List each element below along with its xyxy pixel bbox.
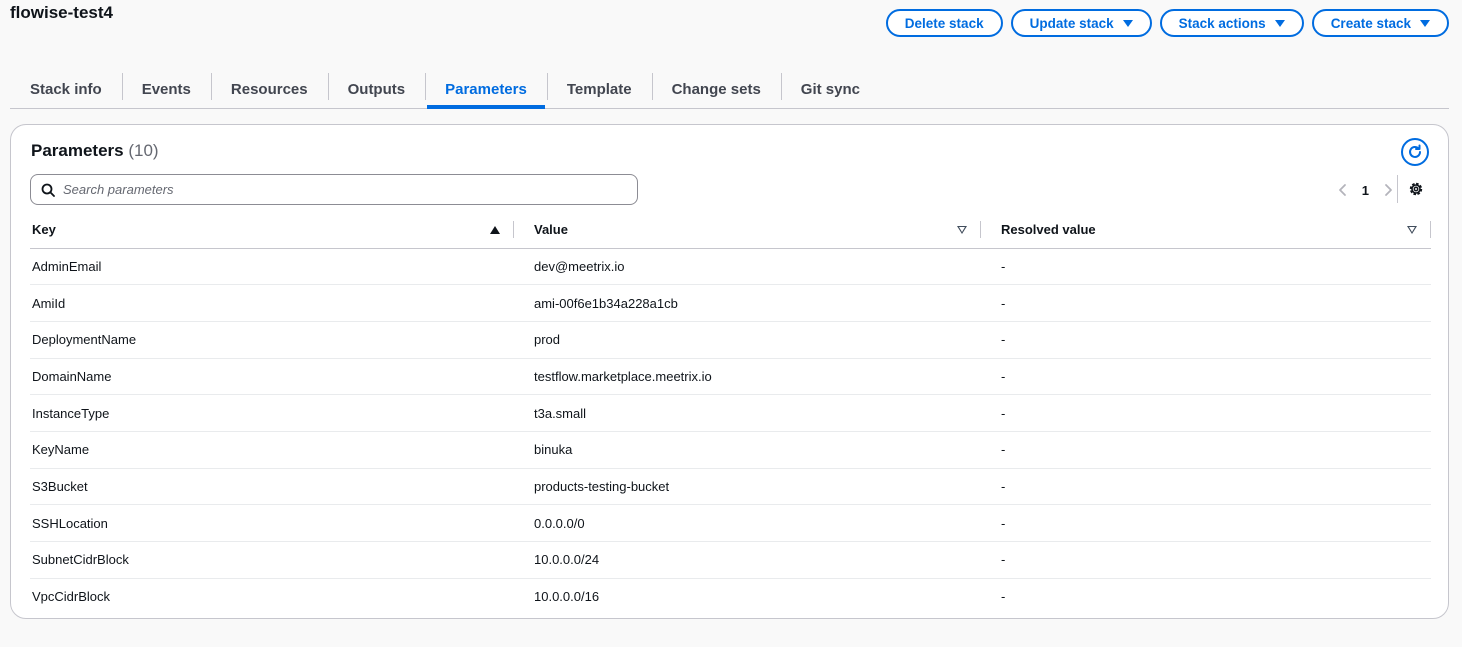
param-value: ami-00f6e1b34a228a1cb — [514, 284, 981, 322]
header-actions: Delete stack Update stack Stack actions … — [885, 9, 1449, 37]
param-key: InstanceType — [30, 394, 514, 432]
param-resolved-value: - — [981, 468, 1431, 506]
search-icon — [41, 183, 55, 197]
parameters-table: Key Value Resolved value AdminEmail dev@… — [30, 212, 1431, 615]
param-value: t3a.small — [514, 394, 981, 432]
update-stack-button[interactable]: Update stack — [1010, 9, 1152, 37]
param-value: binuka — [514, 431, 981, 469]
sort-icon — [957, 225, 967, 234]
column-header-key[interactable]: Key — [30, 212, 514, 249]
tab-change-sets[interactable]: Change sets — [651, 71, 781, 108]
table-row: DeploymentName prod - — [30, 321, 1431, 359]
delete-stack-label: Delete stack — [904, 15, 984, 31]
table-row: VpcCidrBlock 10.0.0.0/16 - — [30, 578, 1431, 615]
search-field[interactable] — [30, 174, 638, 205]
param-resolved-value: - — [981, 504, 1431, 542]
column-divider[interactable] — [1430, 221, 1431, 238]
table-row: KeyName binuka - — [30, 431, 1431, 469]
panel-heading: Parameters (10) — [31, 141, 159, 161]
param-resolved-value: - — [981, 394, 1431, 432]
param-key: AmiId — [30, 284, 514, 322]
caret-down-icon — [1274, 19, 1285, 27]
value-header-label: Value — [534, 222, 568, 238]
sort-icon — [1407, 225, 1417, 234]
table-row: SubnetCidrBlock 10.0.0.0/24 - — [30, 541, 1431, 579]
param-key: SubnetCidrBlock — [30, 541, 514, 579]
param-resolved-value: - — [1001, 589, 1006, 605]
stack-tabs: Stack info Events Resources Outputs Para… — [10, 71, 1449, 109]
resolved-header-label: Resolved value — [1001, 222, 1096, 238]
param-key: SSHLocation — [30, 504, 514, 542]
table-row: AdminEmail dev@meetrix.io - — [30, 248, 1431, 286]
param-value: products-testing-bucket — [514, 468, 981, 506]
table-row: DomainName testflow.marketplace.meetrix.… — [30, 358, 1431, 396]
gear-icon[interactable] — [1407, 180, 1425, 198]
tab-template[interactable]: Template — [546, 71, 652, 108]
param-key: KeyName — [30, 431, 514, 469]
column-header-value[interactable]: Value — [514, 212, 981, 249]
parameters-panel: Parameters (10) 1 Key — [10, 124, 1449, 619]
caret-down-icon — [1420, 19, 1430, 27]
delete-stack-button[interactable]: Delete stack — [885, 9, 1003, 37]
param-resolved-value: - — [981, 541, 1431, 579]
tab-git-sync[interactable]: Git sync — [780, 71, 880, 108]
param-resolved-value: - — [981, 284, 1431, 322]
param-value: 0.0.0.0/0 — [514, 504, 981, 542]
param-value: 10.0.0.0/24 — [514, 541, 981, 579]
page-number[interactable]: 1 — [1362, 183, 1369, 198]
panel-title: Parameters — [31, 141, 124, 160]
param-value: testflow.marketplace.meetrix.io — [514, 358, 981, 396]
chevron-left-icon[interactable] — [1338, 183, 1348, 197]
param-key: AdminEmail — [30, 248, 514, 286]
key-header-label: Key — [32, 222, 56, 238]
param-key: S3Bucket — [30, 468, 514, 506]
tab-outputs[interactable]: Outputs — [327, 71, 426, 108]
param-value: prod — [514, 321, 981, 359]
param-resolved-value: - — [981, 358, 1431, 396]
update-stack-label: Update stack — [1029, 15, 1114, 31]
table-row: SSHLocation 0.0.0.0/0 - — [30, 504, 1431, 542]
page-title: flowise-test4 — [10, 3, 113, 22]
refresh-icon — [1409, 144, 1421, 158]
create-stack-label: Create stack — [1330, 15, 1411, 31]
param-resolved-value: - — [981, 248, 1431, 286]
sort-ascending-icon — [490, 225, 500, 234]
tab-resources[interactable]: Resources — [210, 71, 328, 108]
tab-events[interactable]: Events — [121, 71, 211, 108]
column-header-resolved-value[interactable]: Resolved value — [981, 212, 1431, 249]
tab-stack-info[interactable]: Stack info — [10, 71, 122, 108]
refresh-button[interactable] — [1401, 138, 1429, 166]
chevron-right-icon[interactable] — [1383, 183, 1393, 197]
search-input[interactable] — [63, 182, 623, 197]
param-resolved-value: - — [981, 431, 1431, 469]
param-key: VpcCidrBlock — [32, 589, 111, 605]
tab-parameters[interactable]: Parameters — [425, 71, 547, 109]
pagination: 1 — [1338, 179, 1393, 201]
divider — [1397, 175, 1398, 203]
table-row: AmiId ami-00f6e1b34a228a1cb - — [30, 284, 1431, 322]
stack-actions-label: Stack actions — [1178, 15, 1266, 31]
parameter-count: (10) — [128, 141, 159, 160]
create-stack-button[interactable]: Create stack — [1311, 9, 1449, 37]
param-value: 10.0.0.0/16 — [534, 589, 600, 605]
table-row: InstanceType t3a.small - — [30, 394, 1431, 432]
param-key: DomainName — [30, 358, 514, 396]
table-row: S3Bucket products-testing-bucket - — [30, 468, 1431, 506]
param-key: DeploymentName — [30, 321, 514, 359]
caret-down-icon — [1122, 19, 1133, 27]
param-resolved-value: - — [981, 321, 1431, 359]
stack-actions-button[interactable]: Stack actions — [1159, 9, 1304, 37]
param-value: dev@meetrix.io — [514, 248, 981, 286]
